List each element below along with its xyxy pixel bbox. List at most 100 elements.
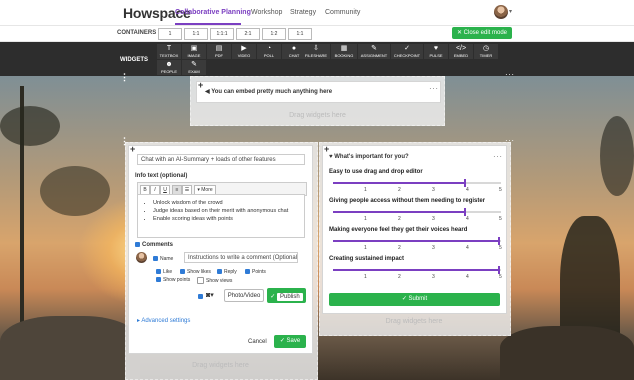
rating-slider[interactable] — [333, 266, 501, 274]
info-bullet-list: Unlock wisdom of the crowd Judge ideas b… — [144, 199, 288, 223]
nav-community[interactable]: Community — [325, 9, 360, 16]
option-show-views[interactable]: Show views — [197, 277, 232, 284]
commenter-avatar — [136, 252, 147, 263]
nav-workshop[interactable]: Workshop — [251, 9, 282, 16]
save-button[interactable]: ✓ Save — [274, 335, 306, 348]
comments-toggle[interactable]: Comments — [135, 242, 173, 248]
nav-strategy[interactable]: Strategy — [290, 9, 316, 16]
drag-widgets-placeholder: Drag widgets here — [385, 318, 443, 325]
rating-slider[interactable] — [333, 208, 501, 216]
widget-exam[interactable]: ✎ EXAM — [182, 60, 206, 75]
exam-icon: ✎ — [191, 61, 197, 68]
cancel-button[interactable]: Cancel — [248, 339, 267, 345]
option-show-likes[interactable]: Show likes — [180, 269, 211, 275]
container-split[interactable]: 1:1 — [288, 28, 312, 40]
rating-slider[interactable] — [333, 237, 501, 245]
chat-widget-editor: + Chat with an AI-Summary + loads of oth… — [128, 144, 313, 354]
option-name[interactable]: Name — [153, 256, 173, 262]
code-icon: </> — [455, 45, 467, 52]
poll-icon: ◔ — [266, 45, 272, 52]
option-points[interactable]: Points — [245, 269, 266, 275]
add-icon[interactable]: + — [130, 144, 135, 154]
info-text-editor[interactable]: Unlock wisdom of the crowd Judge ideas b… — [137, 194, 305, 238]
close-edit-mode-button[interactable]: ✕ Close edit mode — [452, 27, 512, 39]
widgets-label: WIDGETS — [120, 57, 148, 63]
checkbox-icon — [245, 269, 250, 275]
list-item: Unlock wisdom of the crowd — [153, 199, 288, 207]
widget-image[interactable]: ▣ IMAGE — [182, 44, 206, 59]
slider-handle[interactable] — [498, 266, 500, 274]
widget-assignment[interactable]: ✎ ASSIGNMENT — [358, 44, 390, 59]
widget-timer[interactable]: ◷ TIMER — [474, 44, 498, 59]
list-item: Judge ideas based on their merit with an… — [153, 207, 288, 215]
slider-fill — [333, 269, 499, 271]
option-show-points[interactable]: Show points — [156, 277, 190, 283]
container-2col[interactable]: 1:1 — [184, 28, 208, 40]
more-options-icon[interactable]: ··· — [429, 84, 439, 93]
drag-widgets-placeholder: Drag widgets here — [289, 112, 346, 119]
question-label: Easy to use drag and drop editor — [329, 169, 423, 175]
photo-video-button[interactable]: Photo/Video — [224, 289, 264, 302]
checkbox-icon — [180, 269, 185, 275]
add-icon[interactable]: + — [198, 80, 203, 90]
widgets-bar: WIDGETS T TEXTBOX ▣ IMAGE ▤ PDF ▶ VIDEO ◔ POL… — [0, 42, 634, 76]
nav-collaborative-planning[interactable]: Collaborative Planning — [175, 9, 251, 16]
pulse-survey-widget: + ♥ What's important for you? ··· Easy t… — [322, 144, 507, 314]
checkbox-icon — [217, 269, 222, 275]
widget-people[interactable]: ☻ PEOPLE — [157, 60, 181, 75]
info-text-label: Info text (optional) — [135, 173, 188, 179]
scale-labels: 12345 — [364, 187, 502, 193]
submit-button[interactable]: ✓ Submit — [329, 293, 500, 306]
active-nav-indicator — [175, 23, 241, 25]
rating-slider[interactable] — [333, 179, 501, 187]
timer-icon: ◷ — [482, 45, 490, 52]
text-icon: T — [166, 45, 172, 52]
option-like[interactable]: Like — [156, 269, 172, 275]
container-1-2[interactable]: 1:2 — [262, 28, 286, 40]
checkbox-icon — [197, 277, 204, 284]
widget-fileshare[interactable]: ⇩ FILESHARE — [302, 44, 330, 59]
slider-handle[interactable] — [464, 179, 467, 187]
comment-instructions-input[interactable]: Instructions to write a comment (Optiona… — [184, 252, 298, 263]
checkmark-icon: ✓ — [404, 45, 410, 52]
people-icon: ☻ — [165, 61, 173, 68]
widget-checkpoint[interactable]: ✓ CHECKPOINT — [391, 44, 423, 59]
chevron-down-icon[interactable]: ▾ — [509, 8, 512, 15]
camera-icon[interactable]: ◙▾ — [206, 291, 214, 299]
question-label: Making everyone feel they get their voic… — [329, 227, 468, 233]
rock-foreground — [0, 316, 140, 380]
title-field[interactable]: Chat with an AI-Summary + loads of other… — [137, 154, 305, 165]
advanced-settings-link[interactable]: ▸ Advanced settings — [137, 317, 190, 324]
more-options-icon[interactable]: ··· — [493, 152, 503, 161]
widget-textbox[interactable]: T TEXTBOX — [157, 44, 181, 59]
drag-handle-icon[interactable]: ⋮ — [120, 72, 129, 83]
image-icon: ▣ — [190, 45, 198, 52]
widget-video[interactable]: ▶ VIDEO — [232, 44, 256, 59]
avatar[interactable] — [494, 5, 508, 19]
container-3col[interactable]: 1:1:1 — [210, 28, 234, 40]
widget-embed[interactable]: </> EMBED — [449, 44, 473, 59]
question-label: Creating sustained impact — [329, 256, 405, 262]
container-1col[interactable]: 1 — [158, 28, 182, 40]
tree-silhouette — [600, 116, 634, 196]
embed-widget[interactable]: + ◀ You can embed pretty much anything h… — [196, 80, 441, 103]
question-label: Giving people access without them needin… — [329, 198, 486, 204]
container-2-1[interactable]: 2:1 — [236, 28, 260, 40]
widget-poll[interactable]: ◔ POLL — [257, 44, 281, 59]
checkbox-icon — [153, 256, 158, 262]
slider-handle[interactable] — [498, 237, 500, 245]
download-icon: ⇩ — [313, 45, 319, 52]
widget-booking[interactable]: ▦ BOOKING — [331, 44, 357, 59]
checkbox-icon[interactable] — [198, 294, 203, 299]
widget-pdf[interactable]: ▤ PDF — [207, 44, 231, 59]
add-icon[interactable]: + — [324, 144, 329, 154]
publish-button[interactable]: ✓ Publish — [267, 288, 306, 303]
option-reply[interactable]: Reply — [217, 269, 237, 275]
slider-handle[interactable] — [464, 208, 467, 216]
embed-dropzone: + ◀ You can embed pretty much anything h… — [190, 76, 445, 126]
graduation-cap-icon: ✎ — [371, 45, 377, 52]
survey-title: ♥ What's important for you? — [329, 154, 409, 160]
widget-pulse[interactable]: ♥ PULSE — [424, 44, 448, 59]
checkmark-icon: ✓ — [270, 294, 277, 300]
more-options-icon[interactable]: ··· — [505, 70, 515, 79]
